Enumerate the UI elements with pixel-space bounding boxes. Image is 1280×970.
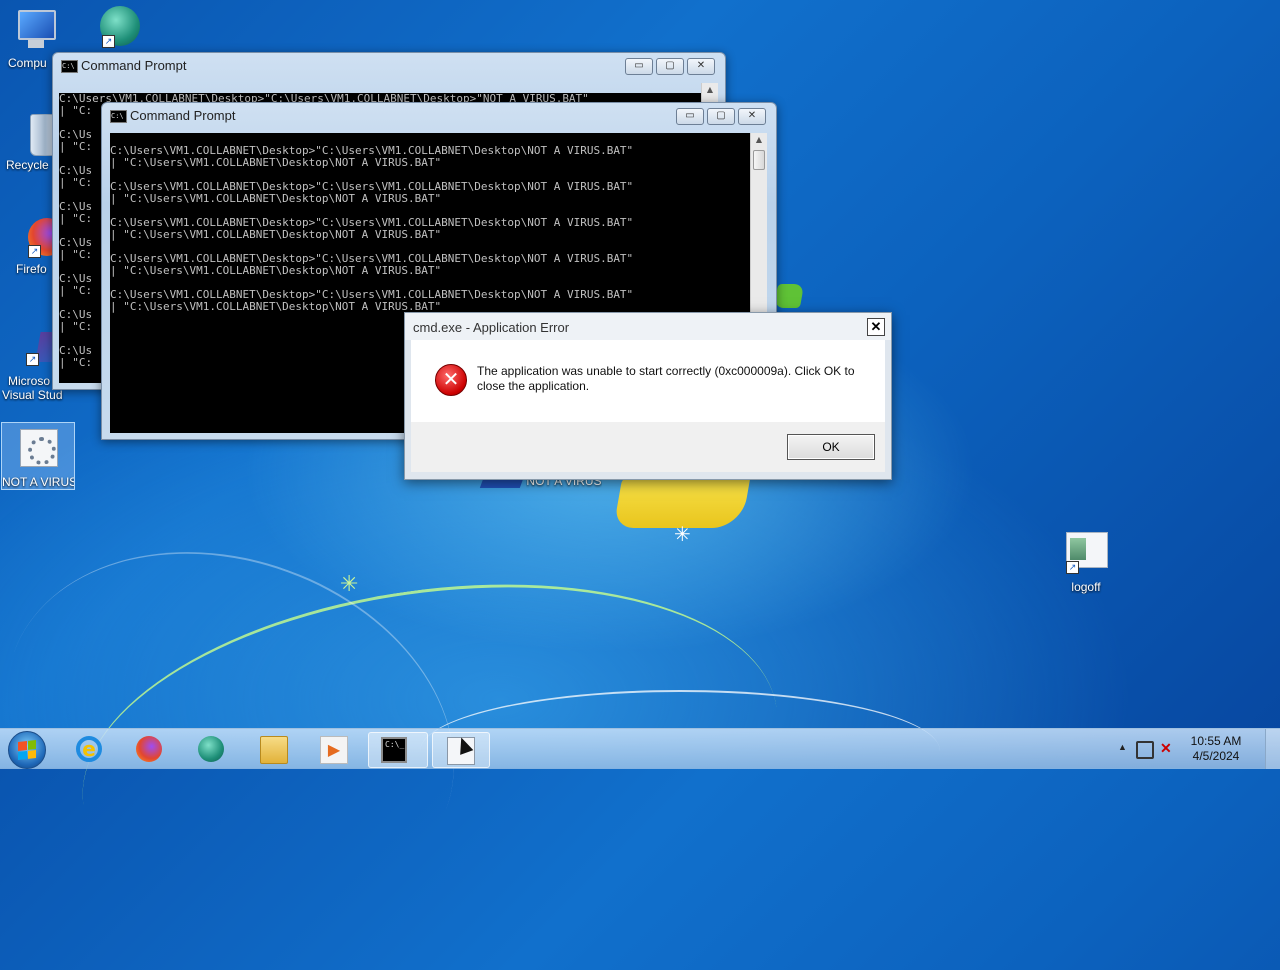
sparkle-icon: ✳ — [674, 522, 691, 546]
scrollbar-thumb[interactable] — [753, 150, 765, 170]
visual-studio-icon: ↗ — [12, 326, 65, 370]
desktop-icon-not-a-virus[interactable]: NOT A VIRUS — [1, 422, 75, 490]
application-error-dialog[interactable]: cmd.exe - Application Error ✕ ✕ The appl… — [404, 312, 892, 480]
logoff-icon: ↗ — [1064, 532, 1108, 576]
network-icon[interactable] — [1136, 741, 1154, 759]
clock-time: 10:55 AM — [1190, 734, 1242, 748]
folder-icon — [260, 736, 288, 764]
command-prompt-icon: C:\ — [61, 60, 78, 73]
clock[interactable]: 10:55 AM 4/5/2024 — [1186, 734, 1246, 764]
wallpaper-logo-yellow — [613, 476, 751, 528]
windows-logo-icon — [18, 740, 36, 760]
dialog-body: ✕ The application was unable to start co… — [411, 340, 885, 422]
desktop-icon-app[interactable]: ↗ — [76, 4, 148, 52]
minimize-button[interactable]: ▭ — [625, 58, 653, 75]
batch-file-gear-icon — [16, 429, 60, 473]
desktop-icon-label-line2: Visual Stud — [2, 388, 63, 402]
taskbar-file-explorer[interactable] — [246, 732, 300, 766]
taskbar-media-player[interactable]: ▶ — [306, 732, 360, 766]
dialog-title-bar[interactable]: cmd.exe - Application Error ✕ — [405, 313, 891, 340]
minimize-button[interactable]: ▭ — [676, 108, 704, 125]
window-title: Command Prompt — [130, 108, 236, 123]
volume-muted-icon[interactable]: ✕ — [1160, 740, 1172, 757]
command-prompt-icon: C:\ — [110, 110, 127, 123]
scroll-up-arrow-icon[interactable]: ▲ — [751, 133, 767, 147]
desktop-icon-logoff[interactable]: ↗ logoff — [1050, 532, 1122, 594]
taskbar-internet-explorer[interactable]: e — [62, 732, 116, 766]
taskbar: e ▶ C:\_ ▲ ✕ 10:55 AM 4/5/2024 — [0, 728, 1280, 769]
firefox-icon — [136, 736, 162, 762]
desktop-icon-label: logoff — [1071, 580, 1101, 594]
close-button[interactable]: ✕ — [738, 108, 766, 125]
clock-date: 4/5/2024 — [1192, 749, 1240, 763]
app-icon: ↗ — [90, 4, 140, 48]
computer-icon — [12, 8, 56, 52]
app-icon — [198, 736, 224, 762]
taskbar-not-a-virus[interactable] — [432, 732, 490, 768]
shortcut-arrow-icon: ↗ — [28, 245, 41, 258]
window-title: Command Prompt — [81, 58, 187, 73]
scroll-up-arrow-icon[interactable]: ▲ — [702, 83, 718, 97]
media-player-icon: ▶ — [320, 736, 348, 764]
close-button[interactable]: ✕ — [687, 58, 715, 75]
wallpaper-logo-green — [773, 284, 805, 308]
maximize-button[interactable]: ▢ — [707, 108, 735, 125]
dialog-footer: OK — [411, 422, 885, 472]
taskbar-firefox[interactable] — [122, 732, 176, 766]
recycle-bin-icon — [12, 110, 60, 156]
show-hidden-icons-button[interactable]: ▲ — [1118, 742, 1127, 752]
start-button[interactable] — [8, 731, 46, 769]
taskbar-app[interactable] — [184, 732, 238, 766]
title-bar[interactable]: C:\ Command Prompt ▭ ▢ ✕ — [53, 53, 725, 79]
sparkle-icon: ✳ — [340, 572, 359, 597]
show-desktop-button[interactable] — [1265, 729, 1280, 769]
maximize-button[interactable]: ▢ — [656, 58, 684, 75]
dialog-close-button[interactable]: ✕ — [867, 318, 885, 336]
shortcut-arrow-icon: ↗ — [26, 353, 39, 366]
system-tray: ▲ ✕ 10:55 AM 4/5/2024 — [1110, 729, 1280, 769]
error-icon: ✕ — [435, 364, 467, 396]
shortcut-arrow-icon: ↗ — [1066, 561, 1079, 574]
command-prompt-icon: C:\_ — [381, 737, 407, 763]
firefox-icon: ↗ — [12, 214, 66, 258]
ok-button[interactable]: OK — [787, 434, 875, 460]
desktop-icon-label: NOT A VIRUS — [2, 475, 74, 489]
error-message: The application was unable to start corr… — [477, 364, 855, 393]
dialog-title: cmd.exe - Application Error — [413, 320, 570, 335]
internet-explorer-icon: e — [76, 736, 102, 762]
title-bar[interactable]: C:\ Command Prompt ▭ ▢ ✕ — [102, 103, 776, 129]
shortcut-arrow-icon: ↗ — [102, 35, 115, 48]
taskbar-command-prompt[interactable]: C:\_ — [368, 732, 428, 768]
